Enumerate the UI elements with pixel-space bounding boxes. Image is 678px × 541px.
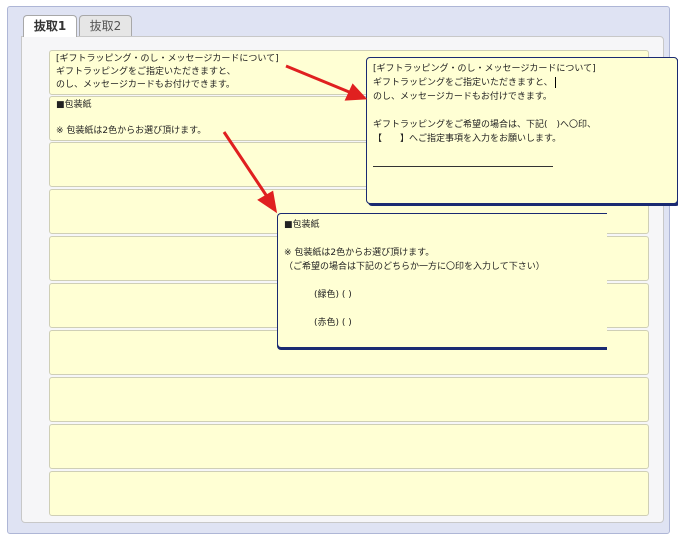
popup-wrap-blank <box>284 274 601 288</box>
popup-gift-input-line[interactable] <box>373 166 553 167</box>
popup-wrap-line: ※ 包装紙は2色からお選び頂けます。 <box>284 248 435 258</box>
popup-wrap-line: （ご希望の場合は下記のどちらか一方に〇印を入力して下さい） <box>284 262 545 272</box>
popup-wrap-option-green[interactable]: (緑色) ( ) <box>284 288 601 302</box>
popup-gift-details[interactable]: [ギフトラッピング・のし・メッセージカードについて] ギフトラッピングをご指定い… <box>366 57 678 204</box>
popup-wrap-blank <box>284 232 601 246</box>
popup-gift-heading: [ギフトラッピング・のし・メッセージカードについて] <box>373 64 596 74</box>
tab-extract-2[interactable]: 抜取2 <box>79 15 132 36</box>
popup-wrap-heading: ■包装紙 <box>284 220 320 230</box>
popup-gift-line: のし、メッセージカードもお付けできます。 <box>373 92 552 102</box>
popup-gift-line: 【 】へご指定事項を入力をお願いします。 <box>373 134 562 144</box>
text-caret <box>554 77 556 88</box>
popup-wrap-blank <box>284 302 601 316</box>
cell-empty[interactable] <box>49 424 649 469</box>
popup-gift-blank <box>373 104 671 118</box>
tab-extract-1[interactable]: 抜取1 <box>23 15 77 37</box>
cell-empty[interactable] <box>49 471 649 516</box>
popup-gift-line: ギフトラッピングをご指定いただきますと、 <box>373 76 671 90</box>
popup-gift-line-text: ギフトラッピングをご指定いただきますと、 <box>373 78 553 88</box>
popup-wrap-option-red[interactable]: (赤色) ( ) <box>284 316 601 330</box>
popup-wrapping-details[interactable]: ■包装紙 ※ 包装紙は2色からお選び頂けます。 （ご希望の場合は下記のどちらか一… <box>277 213 607 348</box>
popup-gift-line: ギフトラッピングをご希望の場合は、下記( )へ〇印、 <box>373 120 597 130</box>
cell-empty[interactable] <box>49 377 649 422</box>
